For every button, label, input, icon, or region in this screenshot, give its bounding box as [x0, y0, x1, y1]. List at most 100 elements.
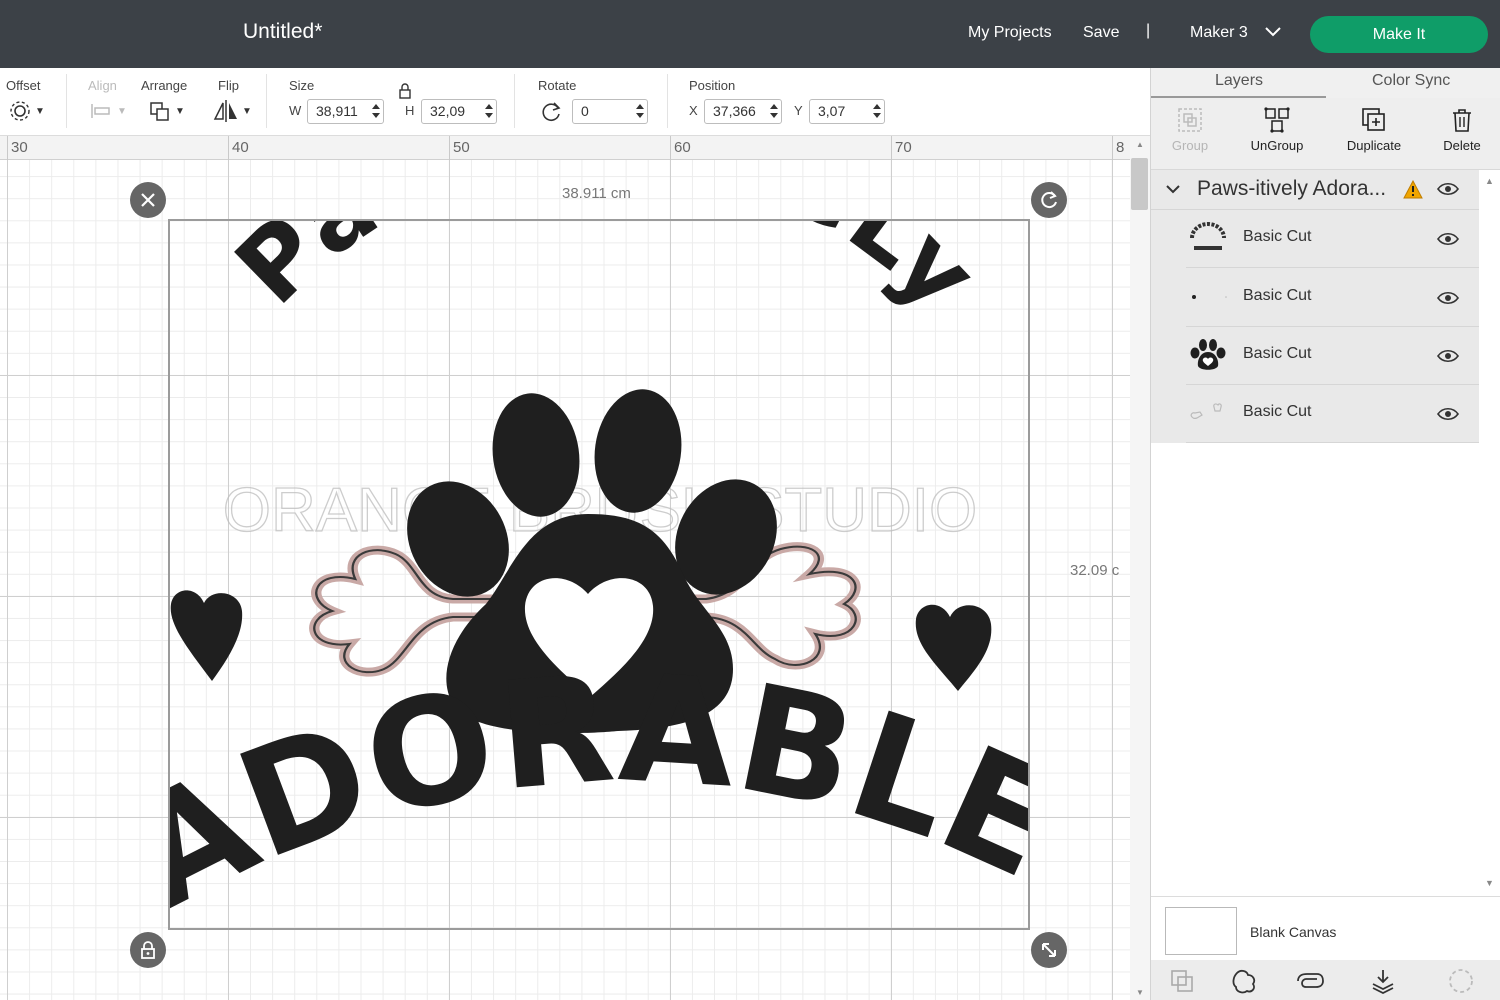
machine-selector[interactable]: Maker 3: [1190, 24, 1248, 42]
top-separator: |: [1146, 22, 1151, 39]
panel-bottom-bar: [1151, 960, 1500, 1000]
group-button[interactable]: Group: [1165, 106, 1215, 153]
stepper-icon[interactable]: [770, 103, 778, 119]
rotate-icon[interactable]: [539, 100, 563, 124]
y-letter: Y: [794, 103, 803, 118]
attach-icon[interactable]: [1295, 968, 1325, 994]
eye-icon[interactable]: [1437, 349, 1459, 363]
offset-icon: [10, 101, 30, 121]
my-projects-link[interactable]: My Projects: [968, 24, 1052, 42]
arrange-button[interactable]: ▼: [148, 98, 185, 124]
ungroup-icon: [1264, 107, 1290, 133]
width-value: 38,911: [316, 103, 358, 119]
eye-icon[interactable]: [1437, 232, 1459, 246]
document-title[interactable]: Untitled*: [243, 20, 322, 44]
height-value: 32,09: [430, 103, 466, 119]
flip-label: Flip: [218, 78, 239, 93]
position-label: Position: [689, 78, 736, 93]
ruler-label: 50: [453, 139, 470, 156]
ungroup-button[interactable]: UnGroup: [1245, 106, 1309, 153]
offset-label: Offset: [6, 78, 41, 93]
arrange-icon: [150, 102, 169, 121]
canvas-scrollbar-thumb[interactable]: [1131, 158, 1148, 210]
align-icon: [91, 104, 110, 118]
blank-canvas-label: Blank Canvas: [1250, 924, 1337, 940]
top-bar: Untitled* My Projects Save | Maker 3 Mak…: [0, 0, 1500, 68]
y-position-input[interactable]: 3,07: [809, 99, 885, 124]
align-button[interactable]: ▼: [90, 98, 127, 124]
lock-handle[interactable]: [130, 932, 166, 968]
caret-down-icon: ▼: [117, 105, 127, 117]
ruler-label: 60: [674, 139, 691, 156]
offset-button[interactable]: ▼: [8, 98, 45, 124]
flip-button[interactable]: ▼: [213, 98, 252, 124]
x-letter: X: [689, 103, 698, 118]
chevron-down-icon[interactable]: [1165, 184, 1181, 196]
paw-thumbnail: [1190, 339, 1226, 370]
panel-scroll-down-icon[interactable]: ▼: [1485, 878, 1494, 888]
arrange-label: Arrange: [141, 78, 188, 93]
chevron-down-icon[interactable]: [1264, 26, 1282, 38]
eye-icon[interactable]: [1437, 291, 1459, 305]
size-label: Size: [289, 78, 315, 93]
ruler-label: 70: [895, 139, 912, 156]
layer-row[interactable]: Basic Cut: [1186, 210, 1479, 268]
align-label: Align: [88, 78, 117, 93]
height-input[interactable]: 32,09: [421, 99, 497, 124]
layer-row[interactable]: Basic Cut: [1186, 327, 1479, 385]
width-input[interactable]: 38,911: [307, 99, 384, 124]
x-position-input[interactable]: 37,366: [704, 99, 782, 124]
contour-icon[interactable]: [1447, 968, 1475, 994]
layer-group-name: Paws-itively Adora...: [1197, 177, 1387, 200]
delete-handle[interactable]: [130, 182, 166, 218]
selection-box: [168, 219, 1030, 930]
blank-canvas-row[interactable]: Blank Canvas: [1151, 896, 1500, 960]
slice-icon[interactable]: [1169, 968, 1195, 994]
rotate-value: 0: [581, 103, 589, 119]
layer-label: Basic Cut: [1243, 287, 1312, 304]
lock-aspect-icon[interactable]: [398, 82, 412, 100]
ruler-label: 30: [11, 139, 28, 156]
save-link[interactable]: Save: [1083, 24, 1119, 42]
dot-thumbnail: [1192, 295, 1227, 299]
warning-icon[interactable]: [1403, 180, 1423, 199]
make-it-button[interactable]: Make It: [1310, 16, 1488, 53]
rotate-input[interactable]: 0: [572, 99, 648, 124]
close-icon: [141, 193, 155, 207]
panel-scroll-up-icon[interactable]: ▲: [1485, 176, 1494, 186]
horizontal-ruler: 30 40 50 60 70 8: [0, 136, 1130, 160]
scroll-down-icon[interactable]: ▼: [1136, 988, 1144, 997]
layer-label: Basic Cut: [1243, 345, 1312, 362]
stepper-icon[interactable]: [636, 103, 644, 119]
blank-canvas-swatch[interactable]: [1165, 907, 1237, 955]
stepper-icon[interactable]: [873, 103, 881, 119]
delete-button[interactable]: Delete: [1437, 106, 1487, 153]
ruler-label: 40: [232, 139, 249, 156]
scroll-up-icon[interactable]: ▲: [1136, 140, 1144, 149]
width-letter: W: [289, 103, 302, 118]
combine-icon[interactable]: [1231, 968, 1257, 994]
eye-icon[interactable]: [1437, 407, 1459, 421]
width-dimension: 38.911 cm: [562, 185, 631, 202]
caret-down-icon: ▼: [242, 105, 252, 117]
layer-row[interactable]: Basic Cut: [1186, 269, 1479, 327]
tab-layers[interactable]: Layers: [1215, 72, 1263, 90]
resize-handle[interactable]: [1031, 932, 1067, 968]
layers-list: Paws-itively Adora... Basic Cut Basic Cu…: [1151, 170, 1479, 443]
stepper-icon[interactable]: [372, 103, 380, 119]
duplicate-button[interactable]: Duplicate: [1341, 106, 1407, 153]
ruler-label: 8: [1116, 139, 1125, 156]
canvas-scrollbar[interactable]: ▲ ▼: [1130, 136, 1150, 1000]
x-value: 37,366: [713, 103, 756, 119]
layer-group-row[interactable]: Paws-itively Adora...: [1151, 170, 1479, 210]
rotate-handle[interactable]: [1031, 182, 1067, 218]
layer-label: Basic Cut: [1243, 403, 1312, 420]
layer-row[interactable]: Basic Cut: [1186, 385, 1479, 443]
eye-icon[interactable]: [1437, 182, 1459, 196]
flatten-icon[interactable]: [1369, 968, 1397, 994]
resize-icon: [1042, 943, 1056, 957]
stepper-icon[interactable]: [485, 103, 493, 119]
tab-color-sync[interactable]: Color Sync: [1372, 72, 1450, 90]
group-icon: [1178, 108, 1202, 132]
edit-toolbar: Offset ▼ Align ▼ Arrange ▼ Flip ▼ Size W…: [0, 68, 1150, 136]
